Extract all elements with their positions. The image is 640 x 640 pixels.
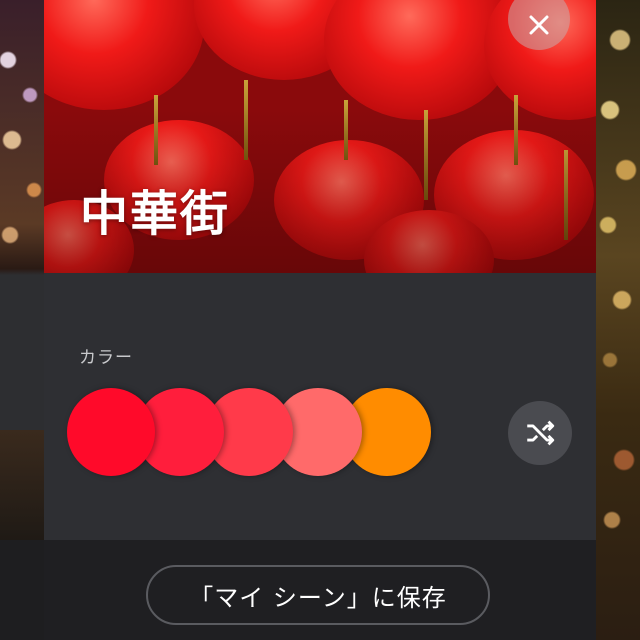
scene-title: 中華街 [80, 186, 231, 242]
color-palette-section: カラー [44, 273, 596, 540]
next-scene-card[interactable] [596, 0, 640, 640]
shuffle-icon [527, 420, 555, 446]
app-screen: 中華街 カラー 「マイ シーン」に保存 [0, 0, 640, 640]
shuffle-button[interactable] [508, 401, 572, 465]
save-to-my-scenes-button[interactable]: 「マイ シーン」に保存 [146, 565, 490, 625]
scene-card: 中華街 カラー 「マイ シーン」に保存 [44, 0, 596, 640]
close-icon [529, 15, 549, 35]
previous-scene-card-lower [0, 430, 44, 540]
color-swatch-row [67, 388, 437, 478]
color-swatch[interactable] [67, 388, 155, 476]
scene-hero-image: 中華街 [44, 0, 596, 273]
previous-scene-card[interactable] [0, 0, 44, 640]
color-label: カラー [79, 348, 133, 368]
footer-bar: 「マイ シーン」に保存 [44, 540, 596, 640]
